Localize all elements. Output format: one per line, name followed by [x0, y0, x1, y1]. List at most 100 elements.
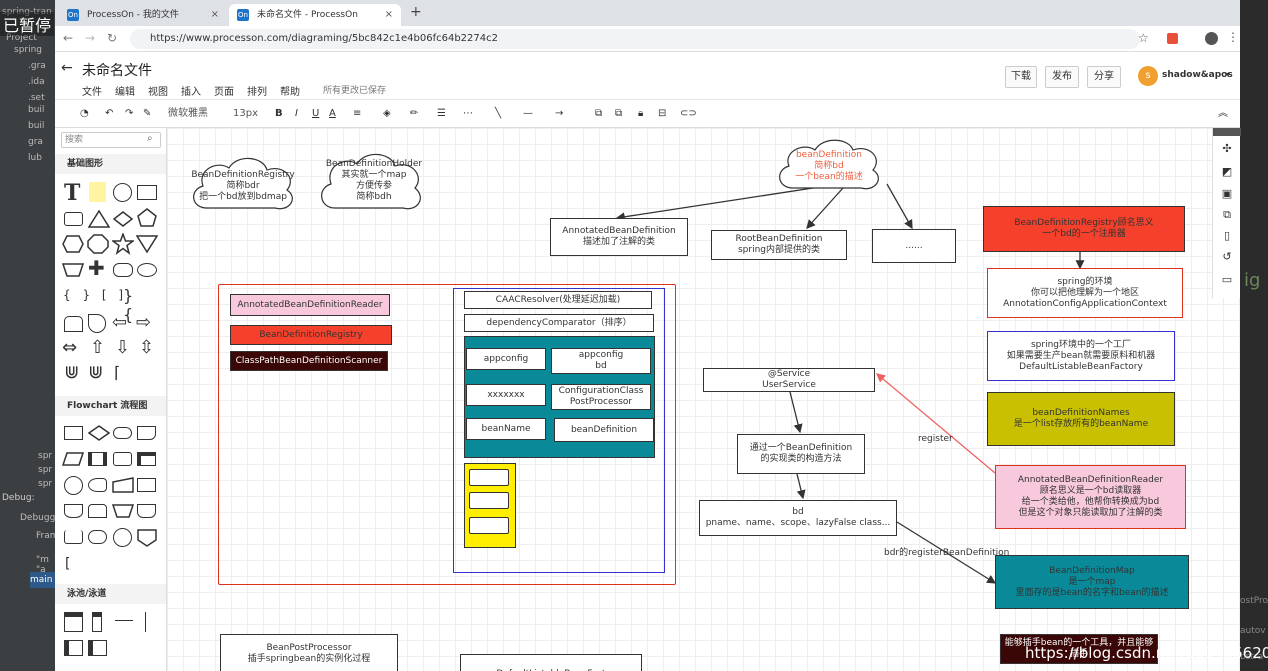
chevron-down-icon[interactable]: ▾	[1226, 70, 1230, 79]
bean-definition-names-box[interactable]: beanDefinitionNames 是一个list存放所有的beanName	[987, 392, 1175, 446]
registry-box[interactable]: BeanDefinitionRegistry	[230, 325, 392, 345]
pages-icon[interactable]: ⧉	[1220, 208, 1234, 222]
separator-icon[interactable]	[115, 620, 133, 621]
forward-arrow-icon[interactable]: →	[85, 31, 95, 45]
bracket-shape-icon[interactable]: [	[65, 556, 70, 572]
search-input[interactable]: 搜索	[61, 132, 161, 148]
ellipse-shape-icon[interactable]	[137, 263, 157, 277]
ide-tree-item[interactable]: gra	[28, 134, 43, 150]
more-bd-box[interactable]: ......	[872, 229, 956, 263]
sort-shape-icon[interactable]	[137, 504, 156, 518]
cloud-bd-text[interactable]: beanDefinition 简称bd 一个bean的描述	[781, 146, 877, 186]
ide-tree-item[interactable]: buil	[28, 118, 44, 134]
user-name[interactable]: shadow&apos	[1162, 70, 1233, 80]
paint-brush-icon[interactable]: ✎	[143, 106, 151, 122]
menu-view[interactable]: 视图	[148, 83, 168, 98]
debug-item[interactable]: Fram	[36, 528, 55, 544]
font-color-button[interactable]: A	[329, 106, 336, 122]
ide-tree-item[interactable]: buil	[28, 102, 44, 118]
lane-icon[interactable]	[88, 640, 107, 656]
style-icon[interactable]: ◩	[1220, 165, 1234, 179]
debug-item-main[interactable]: main	[30, 572, 55, 588]
tab-shape-icon[interactable]	[64, 316, 83, 332]
process-shape-icon[interactable]	[64, 426, 83, 440]
constructor-box[interactable]: 通过一个BeanDefinition 的实现类的构造方法	[737, 434, 865, 474]
punch-card-icon[interactable]	[88, 504, 107, 518]
back-icon[interactable]: ←	[61, 60, 73, 76]
front-icon[interactable]: ⧉	[595, 106, 602, 122]
tape-shape-icon[interactable]	[64, 504, 83, 518]
back-arrow-icon[interactable]: ←	[63, 31, 73, 45]
diamond-shape-icon[interactable]	[112, 209, 134, 229]
align-icon[interactable]: ≡	[353, 106, 361, 122]
italic-button[interactable]: I	[295, 106, 298, 122]
up-arrow-shape-icon[interactable]: ⇧	[90, 339, 105, 357]
back-layer-icon[interactable]: ⧉	[615, 106, 622, 122]
updown-arrow-shape-icon[interactable]: ⇳	[139, 339, 154, 357]
ide-tree-item[interactable]: .gra	[28, 58, 46, 74]
undo-icon[interactable]: ↶	[105, 106, 113, 122]
line-style-icon[interactable]: ⋯	[463, 106, 473, 122]
internal-storage-icon[interactable]	[137, 452, 156, 466]
or-shape-icon[interactable]	[113, 528, 132, 547]
menu-insert[interactable]: 插入	[181, 83, 201, 98]
vertical-separator-icon[interactable]	[145, 612, 146, 632]
decision-shape-icon[interactable]	[88, 423, 110, 443]
reader-description-box[interactable]: AnnotatedBeanDefinitionReader 顾名思义是一个bd读…	[995, 465, 1186, 529]
publish-button[interactable]: 发布	[1045, 66, 1079, 88]
cloud-bdr-text[interactable]: BeanDefinitionRegistry 简称bdr 把一个bd放到bdma…	[191, 166, 294, 206]
font-family-select[interactable]: 微软雅黑	[168, 106, 208, 122]
crosshair-icon[interactable]: ✣	[1220, 142, 1234, 156]
map-value-appconfig[interactable]: appconfig bd	[551, 348, 651, 374]
comment-icon[interactable]: ▭	[1220, 273, 1234, 287]
line-color-icon[interactable]: ✏	[410, 106, 418, 122]
list-slot[interactable]	[469, 469, 509, 486]
u-turn-arrow-icon[interactable]: ⋓	[88, 364, 103, 382]
triangle-shape-icon[interactable]	[88, 209, 110, 229]
browser-tab-myfiles[interactable]: On ProcessOn - 我的文件 ×	[59, 4, 227, 26]
extension-icon[interactable]	[1167, 33, 1178, 44]
line-type-icon[interactable]: —	[523, 106, 533, 122]
redo-icon[interactable]: ↷	[125, 106, 133, 122]
inverted-triangle-shape-icon[interactable]	[136, 234, 158, 254]
left-arrow-shape-icon[interactable]: ⇦	[112, 314, 127, 332]
scanner-box[interactable]: ClassPathBeanDefinitionScanner	[230, 351, 388, 371]
file-title[interactable]: 未命名文件	[82, 60, 152, 80]
cross-shape-icon[interactable]: ✚	[88, 258, 105, 278]
new-tab-button[interactable]: +	[410, 4, 422, 20]
menu-page[interactable]: 页面	[214, 83, 234, 98]
cloud-bdh-text[interactable]: BeanDefinitionHolder 其实就一个map 方便传参 简称bdh	[326, 156, 422, 206]
double-arrow-shape-icon[interactable]: ⇔	[62, 339, 77, 357]
dependency-comparator-box[interactable]: dependencyComparator（排序）	[464, 314, 654, 332]
u-turn-arrow-icon[interactable]: ⋓	[64, 364, 79, 382]
post-processor-box[interactable]: BeanPostProcessor 插手springbean的实例化过程	[220, 634, 398, 671]
menu-file[interactable]: 文件	[82, 83, 102, 98]
link-icon[interactable]: ⊂⊃	[680, 106, 697, 122]
section-swimlane[interactable]: 泳池/泳道	[55, 584, 166, 604]
vertical-lane-icon[interactable]	[92, 612, 102, 632]
connector-icon[interactable]: ╲	[495, 106, 501, 122]
list-slot[interactable]	[469, 492, 509, 509]
round-box-shape-icon[interactable]	[113, 263, 133, 277]
text-shape-icon[interactable]: T	[64, 180, 80, 206]
horizontal-lane-icon[interactable]	[64, 640, 83, 656]
bold-button[interactable]: B	[275, 106, 283, 122]
ide-tree-item[interactable]: lub	[28, 150, 42, 166]
share-button[interactable]: 分享	[1087, 66, 1121, 88]
bean-factory-box[interactable]: spring环境中的一个工厂 如果需要生产bean就需要原料和机器 Defaul…	[987, 331, 1175, 381]
root-bd-box[interactable]: RootBeanDefinition spring内部提供的类	[711, 230, 847, 260]
user-service-box[interactable]: @Service UserService	[703, 368, 875, 392]
map-key-beanname[interactable]: beanName	[466, 418, 546, 440]
leaf-shape-icon[interactable]	[88, 314, 106, 333]
panel-handle[interactable]	[1213, 128, 1241, 136]
predefined-process-icon[interactable]	[88, 452, 107, 466]
document-icon[interactable]: ▯	[1220, 229, 1234, 243]
ide-tree-item[interactable]: .ida	[28, 74, 45, 90]
map-value-beandefinition[interactable]: beanDefinition	[554, 418, 654, 442]
stored-data-icon[interactable]	[88, 478, 107, 492]
card-shape-icon[interactable]	[137, 478, 156, 492]
debug-item[interactable]: spr	[38, 476, 52, 492]
reader-box[interactable]: AnnotatedBeanDefinitionReader	[230, 294, 390, 316]
download-button[interactable]: 下载	[1005, 66, 1037, 88]
image-icon[interactable]: ▣	[1220, 187, 1234, 201]
